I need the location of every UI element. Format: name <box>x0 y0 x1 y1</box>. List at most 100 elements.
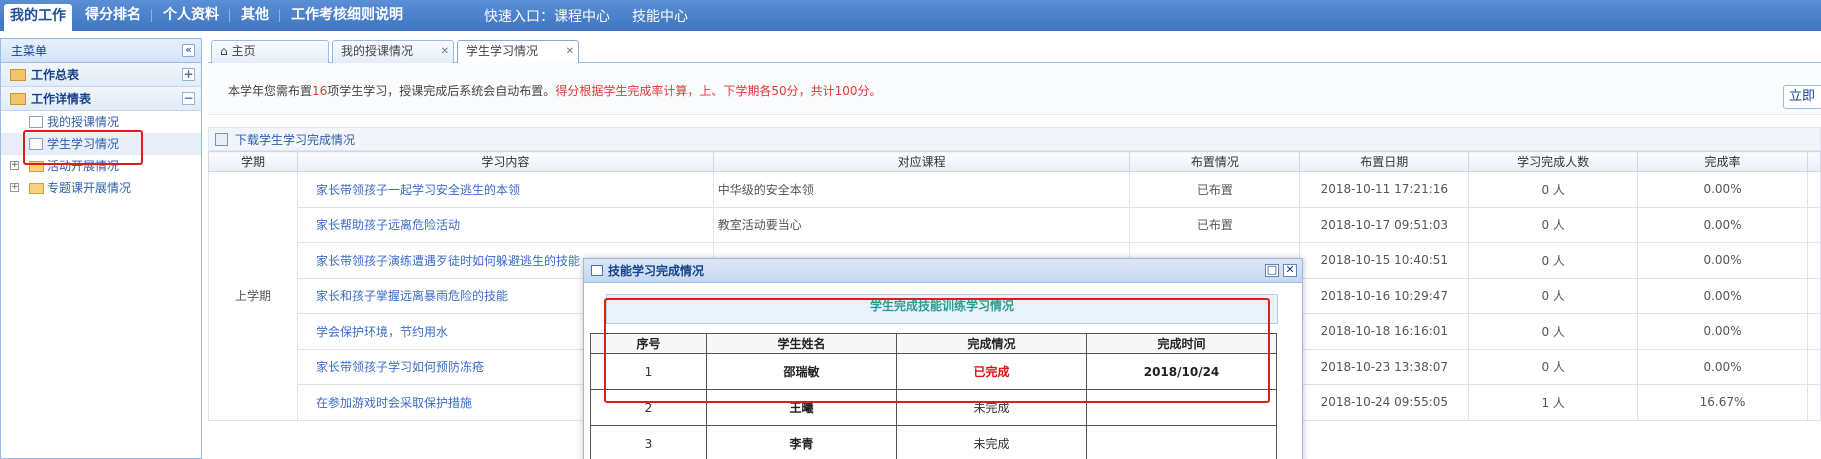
rate-cell: 0.00% <box>1637 277 1808 314</box>
sidebar-title: 主菜单 <box>11 44 48 58</box>
date-cell: 2018-10-23 13:38:07 <box>1299 348 1470 385</box>
done-cell: 0 人 <box>1468 277 1639 314</box>
content-link[interactable]: 家长帮助孩子远离危险活动 <box>296 206 714 243</box>
maximize-icon[interactable]: □ <box>1265 264 1279 277</box>
tab-label: 学生学习情况 <box>466 44 539 58</box>
done-cell: 0 人 <box>1468 348 1639 385</box>
sidebar: 主菜单 « 工作总表 + 工作详情表 − 我的授课情况 学生学习情况 + 活动开… <box>0 38 202 459</box>
date-cell: 2018-10-16 10:29:47 <box>1299 277 1470 314</box>
highlight-annotation <box>604 298 1270 403</box>
dialog-header: 技能学习完成情况 □ ✕ <box>584 259 1302 283</box>
notice-bar: 本学年您需布置16项学生学习，授课完成后系统会自动布置。得分根据学生完成率计算，… <box>208 63 1821 115</box>
notice-middle: 项学生学习，授课完成后系统会自动布置。 <box>327 84 556 98</box>
name-cell: 李青 <box>706 425 897 459</box>
tab-home[interactable]: ⌂ 主页 <box>211 40 329 63</box>
close-icon[interactable]: ✕ <box>566 41 574 62</box>
date-cell: 2018-10-24 09:55:05 <box>1299 384 1470 421</box>
folder-icon <box>10 93 26 105</box>
done-cell: 0 人 <box>1468 242 1639 279</box>
rate-cell: 0.00% <box>1637 242 1808 279</box>
status-cell: 已布置 <box>1129 171 1301 208</box>
collapse-icon[interactable]: « <box>182 44 195 57</box>
extra-cell <box>1806 277 1821 314</box>
tree-expand-icon[interactable]: + <box>10 183 19 192</box>
tab-bar: ⌂ 主页 我的授课情况 ✕ 学生学习情况 ✕ <box>208 38 1821 64</box>
tab-student-learning[interactable]: 学生学习情况 ✕ <box>457 40 579 64</box>
table-row: 上学期 家长带领孩子一起学习安全逃生的本领 中华级的安全本领 已布置 2018-… <box>208 171 1821 421</box>
course-cell: 教室活动要当心 <box>712 206 1131 243</box>
extra-cell <box>1806 348 1821 385</box>
close-icon[interactable]: ✕ <box>1283 264 1297 277</box>
tab-label: 主页 <box>231 44 256 58</box>
download-bar[interactable]: 下载学生学习完成情况 <box>208 127 1821 151</box>
sidebar-item-label: 专题课开展情况 <box>47 181 132 195</box>
time-cell <box>1086 425 1277 459</box>
table-icon <box>591 265 603 276</box>
notice-count: 16 <box>312 84 328 98</box>
tree-expand-icon[interactable]: + <box>10 161 19 170</box>
date-cell: 2018-10-18 16:16:01 <box>1299 313 1470 350</box>
content-link[interactable]: 家长带领孩子一起学习安全逃生的本领 <box>296 171 714 208</box>
col-date: 布置日期 <box>1299 151 1470 172</box>
sidebar-header: 主菜单 « <box>1 39 201 63</box>
tab-teaching[interactable]: 我的授课情况 ✕ <box>332 40 454 63</box>
done-cell: 0 人 <box>1468 206 1639 243</box>
col-content: 学习内容 <box>296 151 714 172</box>
quick-link-skill-center[interactable]: 技能中心 <box>632 6 688 26</box>
close-icon[interactable]: ✕ <box>441 41 449 62</box>
quick-links: 快速入口：课程中心 技能中心 <box>484 6 688 26</box>
dialog-title: 技能学习完成情况 <box>608 264 705 278</box>
download-icon <box>215 133 228 146</box>
nav-my-work[interactable]: 我的工作 <box>4 4 72 31</box>
immediate-button[interactable]: 立即 <box>1783 85 1821 109</box>
top-nav-bar: 我的工作 得分排名 个人资料 其他 工作考核细则说明 快速入口：课程中心 技能中… <box>0 0 1821 31</box>
nav-assessment-rules[interactable]: 工作考核细则说明 <box>280 0 414 31</box>
rate-cell: 0.00% <box>1637 171 1808 208</box>
done-cell: 1 人 <box>1468 384 1639 421</box>
col-status: 布置情况 <box>1129 151 1301 172</box>
date-cell: 2018-10-15 10:40:51 <box>1299 242 1470 279</box>
extra-cell <box>1806 384 1821 421</box>
rate-cell: 16.67% <box>1637 384 1808 421</box>
col-done-count: 学习完成人数 <box>1468 151 1639 172</box>
semester-cell: 上学期 <box>208 171 298 421</box>
date-cell: 2018-10-11 17:21:16 <box>1299 171 1470 208</box>
course-cell: 中华级的安全本领 <box>712 171 1131 208</box>
col-extra <box>1806 151 1821 172</box>
no-cell: 3 <box>590 425 707 459</box>
expand-plus-icon[interactable]: + <box>182 68 195 81</box>
rate-cell: 0.00% <box>1637 348 1808 385</box>
extra-cell <box>1806 171 1821 208</box>
nav-profile[interactable]: 个人资料 <box>152 0 230 31</box>
collapse-minus-icon[interactable]: − <box>182 92 195 105</box>
col-rate: 完成率 <box>1637 151 1808 172</box>
status-cell: 已布置 <box>1129 206 1301 243</box>
home-icon: ⌂ <box>220 44 232 58</box>
sidebar-group-work-detail[interactable]: 工作详情表 − <box>1 87 201 111</box>
nav-score-ranking[interactable]: 得分排名 <box>74 0 152 31</box>
sidebar-group-work-summary[interactable]: 工作总表 + <box>1 63 201 87</box>
done-cell: 0 人 <box>1468 313 1639 350</box>
tab-label: 我的授课情况 <box>341 44 414 58</box>
date-cell: 2018-10-17 09:51:03 <box>1299 206 1470 243</box>
notice-prefix: 本学年您需布置 <box>228 84 313 98</box>
rate-cell: 0.00% <box>1637 313 1808 350</box>
rate-cell: 0.00% <box>1637 206 1808 243</box>
done-cell: 0 人 <box>1468 171 1639 208</box>
quick-link-course-center[interactable]: 快速入口：课程中心 <box>484 6 610 26</box>
highlight-annotation <box>23 130 143 165</box>
notice-scoring: 得分根据学生完成率计算，上、下学期各50分，共计100分。 <box>555 84 882 98</box>
table-row: 3 李青 未完成 <box>590 425 1277 459</box>
extra-cell <box>1806 313 1821 350</box>
folder-icon <box>10 69 26 81</box>
table-row: 家长帮助孩子远离危险活动 教室活动要当心 已布置 2018-10-17 09:5… <box>209 206 1821 243</box>
folder-icon <box>29 183 44 194</box>
sidebar-item-special-courses[interactable]: + 专题课开展情况 <box>1 177 201 199</box>
download-link[interactable]: 下载学生学习完成情况 <box>235 133 355 147</box>
extra-cell <box>1806 242 1821 279</box>
document-icon <box>29 116 43 128</box>
nav-other[interactable]: 其他 <box>230 0 280 31</box>
col-semester: 学期 <box>208 151 298 172</box>
status-cell: 未完成 <box>896 425 1087 459</box>
extra-cell <box>1806 206 1821 243</box>
